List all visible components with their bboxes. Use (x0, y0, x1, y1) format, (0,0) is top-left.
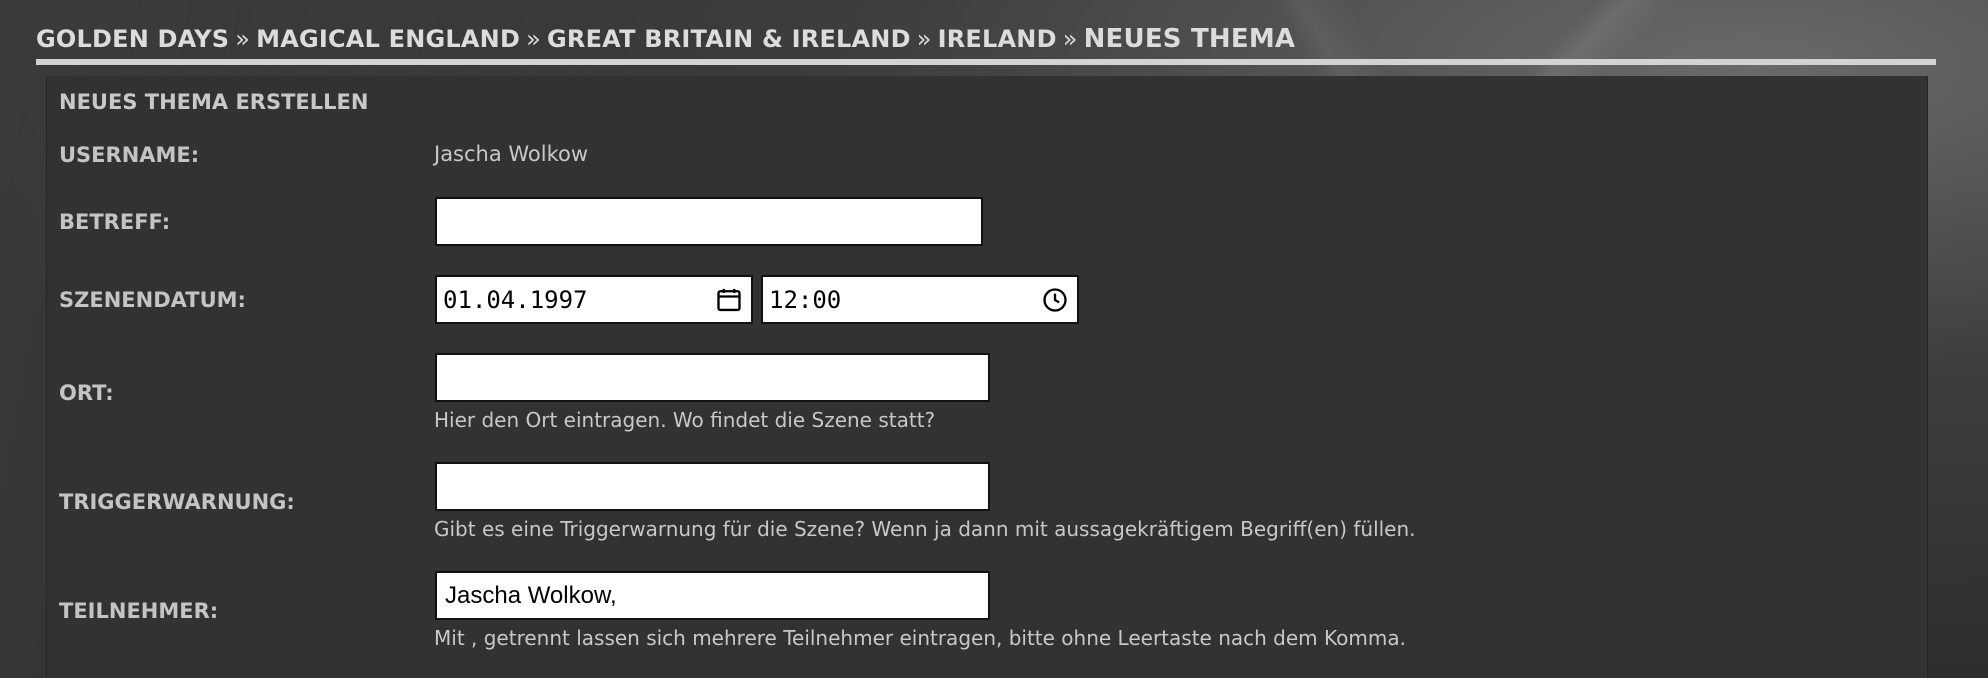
scene-date-label: SZENENDATUM: (59, 288, 246, 312)
scene-date-input[interactable]: 01.04.1997 (435, 275, 753, 324)
username-value: Jascha Wolkow (434, 142, 589, 166)
location-hint: Hier den Ort eintragen. Wo findet die Sz… (434, 408, 936, 432)
username-label: USERNAME: (59, 143, 200, 167)
breadcrumb-current: NEUES THEMA (1083, 24, 1296, 54)
breadcrumb-golden-days[interactable]: GOLDEN DAYS (36, 25, 229, 53)
participants-hint: Mit , getrennt lassen sich mehrere Teiln… (434, 626, 1406, 650)
subject-field[interactable] (435, 197, 983, 246)
breadcrumb-great-britain-ireland[interactable]: GREAT BRITAIN & IRELAND (547, 25, 911, 53)
participants-input[interactable] (437, 573, 988, 618)
scene-time-value: 12:00 (769, 286, 842, 314)
location-label: ORT: (59, 381, 114, 405)
subject-label: BETREFF: (59, 210, 171, 234)
subject-input[interactable] (437, 199, 981, 244)
breadcrumb-separator: » (1062, 25, 1078, 53)
clock-icon[interactable] (1041, 286, 1069, 314)
new-thread-form: NEUES THEMA ERSTELLEN USERNAME: Jascha W… (46, 76, 1928, 678)
location-input[interactable] (437, 355, 988, 400)
breadcrumb-separator: » (916, 25, 932, 53)
scene-time-input[interactable]: 12:00 (761, 275, 1079, 324)
breadcrumb: GOLDEN DAYS» MAGICAL ENGLAND» GREAT BRITAI… (36, 24, 1295, 54)
participants-label: TEILNEHMER: (59, 599, 219, 623)
form-title: NEUES THEMA ERSTELLEN (59, 90, 369, 114)
scene-date-value: 01.04.1997 (443, 286, 588, 314)
trigger-input[interactable] (437, 464, 988, 509)
breadcrumb-separator: » (526, 25, 541, 53)
trigger-hint: Gibt es eine Triggerwarnung für die Szen… (434, 517, 1416, 541)
trigger-field[interactable] (435, 462, 990, 511)
calendar-icon[interactable] (715, 286, 743, 314)
participants-field[interactable] (435, 571, 990, 620)
breadcrumb-separator: » (235, 25, 251, 53)
breadcrumb-divider (36, 59, 1936, 65)
location-field[interactable] (435, 353, 990, 402)
breadcrumb-ireland[interactable]: IRELAND (938, 25, 1057, 53)
breadcrumb-magical-england[interactable]: MAGICAL ENGLAND (256, 25, 520, 53)
trigger-label: TRIGGERWARNUNG: (59, 490, 295, 514)
